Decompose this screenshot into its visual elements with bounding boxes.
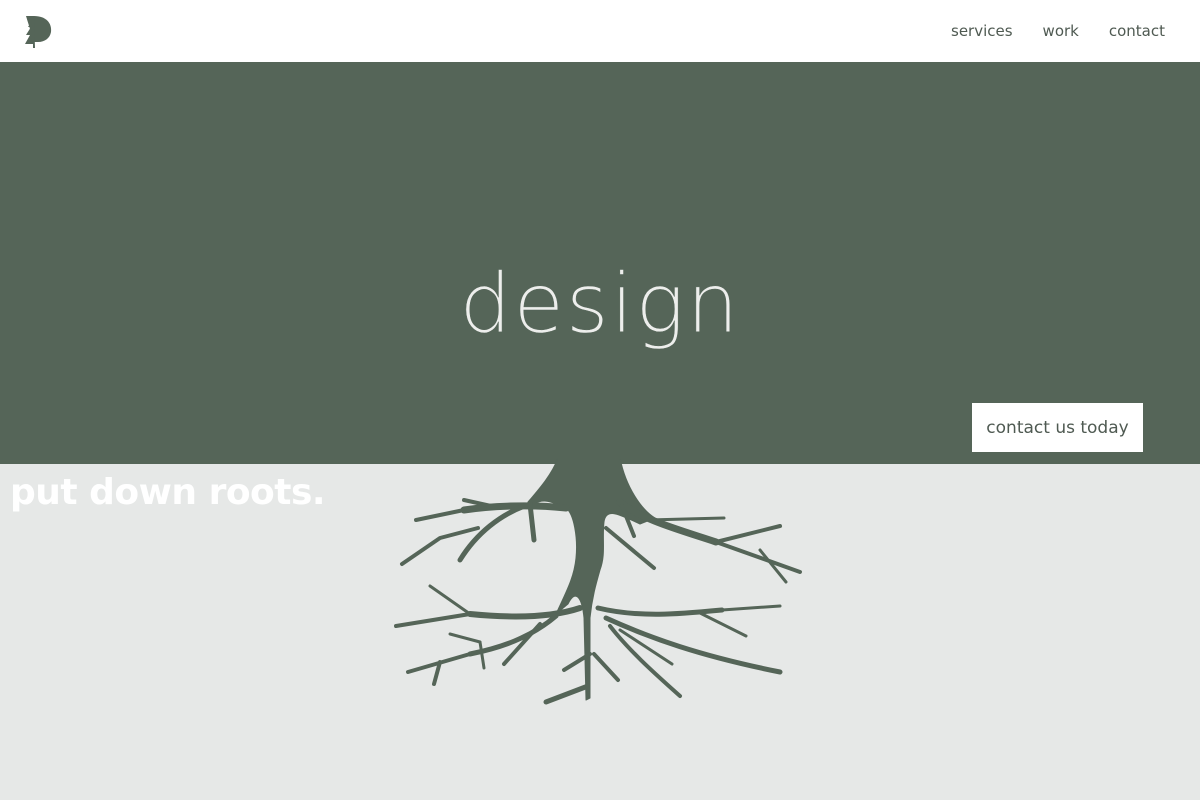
nav-contact-link[interactable]: contact (1109, 22, 1165, 40)
tree-roots-icon (380, 457, 850, 718)
main-nav: services work contact (921, 0, 1165, 62)
nav-services-link[interactable]: services (951, 22, 1013, 40)
hero-rotating-word: design (459, 257, 741, 352)
nav-work-link[interactable]: work (1043, 22, 1079, 40)
contact-us-button[interactable]: contact us today (972, 403, 1143, 452)
top-navigation-bar: services work contact (0, 0, 1200, 62)
tagline-heading: put down roots. (10, 472, 326, 513)
pine-tree-logo-icon[interactable] (24, 14, 52, 48)
